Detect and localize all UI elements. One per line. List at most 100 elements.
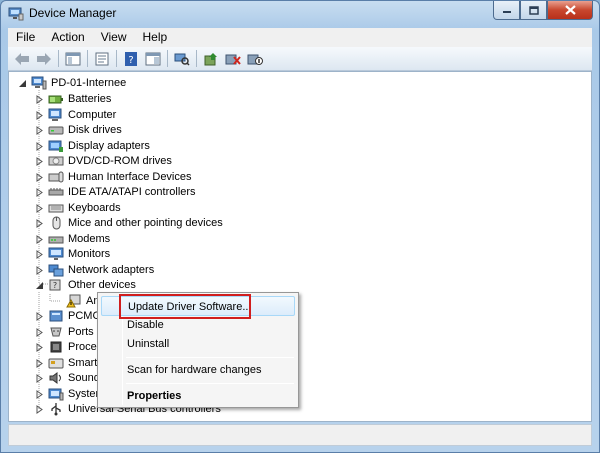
hid-icon	[48, 170, 64, 184]
expand-arrow-icon[interactable]	[35, 187, 44, 197]
status-bar	[8, 424, 592, 446]
tree-item-modems[interactable]: Modems	[35, 231, 110, 247]
tree-item-ide-ata-atapi-controllers[interactable]: IDE ATA/ATAPI controllers	[35, 184, 196, 200]
tree-item-sound[interactable]: Sound,	[35, 370, 103, 386]
highlight-annotation-box	[119, 294, 251, 319]
menu-view[interactable]: View	[93, 28, 135, 47]
back-arrow-icon	[14, 52, 29, 65]
expand-arrow-icon[interactable]	[35, 125, 44, 135]
expand-arrow-icon[interactable]	[35, 358, 44, 368]
system-icon	[48, 387, 64, 401]
collapse-arrow-icon[interactable]	[18, 79, 27, 88]
tree-item-label: Disk drives	[68, 124, 122, 136]
toolbar-separator	[116, 50, 117, 67]
expand-arrow-icon[interactable]	[35, 94, 44, 104]
tree-item-label: IDE ATA/ATAPI controllers	[68, 186, 196, 198]
menu-uninstall[interactable]: Uninstall	[101, 334, 295, 354]
modem-icon	[48, 232, 64, 246]
show-hide-console-tree-button[interactable]	[63, 49, 82, 68]
title-bar[interactable]: Device Manager	[1, 1, 599, 27]
display-adapter-icon	[48, 139, 64, 153]
tree-item-display-adapters[interactable]: Display adapters	[35, 138, 150, 154]
tree-item-monitors[interactable]: Monitors	[35, 246, 110, 262]
sound-icon	[48, 371, 64, 385]
monitor-icon	[48, 247, 64, 261]
minimize-button[interactable]	[493, 1, 520, 20]
update-driver-button[interactable]	[201, 49, 220, 68]
expand-arrow-icon[interactable]	[35, 218, 44, 228]
expand-arrow-icon[interactable]	[35, 249, 44, 259]
expand-arrow-icon[interactable]	[35, 389, 44, 399]
tree-item-human-interface-devices[interactable]: Human Interface Devices	[35, 169, 192, 185]
expand-arrow-icon[interactable]	[35, 110, 44, 120]
tree-item-label: DVD/CD-ROM drives	[68, 155, 172, 167]
device-tree[interactable]: PD-01-Internee Batteries Computer Disk d…	[8, 71, 592, 422]
window-controls	[493, 1, 593, 21]
close-button[interactable]	[547, 1, 593, 20]
menu-scan-for-hardware-changes[interactable]: Scan for hardware changes	[101, 360, 295, 380]
disable-device-button[interactable]	[245, 49, 264, 68]
expand-arrow-icon[interactable]	[35, 234, 44, 244]
tree-root-node[interactable]: PD-01-Internee	[18, 75, 126, 91]
tree-item-network-adapters[interactable]: Network adapters	[35, 262, 154, 278]
expand-arrow-icon[interactable]	[35, 373, 44, 383]
toolbar-separator	[58, 50, 59, 67]
tree-item-disk-drives[interactable]: Disk drives	[35, 122, 122, 138]
svg-text:?: ?	[53, 281, 57, 290]
tree-item-mice[interactable]: Mice and other pointing devices	[35, 215, 223, 231]
port-icon	[48, 325, 64, 339]
update-driver-icon	[204, 52, 217, 65]
forward-arrow-icon	[36, 52, 51, 65]
menu-help[interactable]: Help	[135, 28, 176, 47]
usb-icon	[48, 402, 64, 416]
keyboard-icon	[48, 201, 64, 215]
menu-properties[interactable]: Properties	[101, 386, 295, 406]
expand-arrow-icon[interactable]	[35, 327, 44, 337]
tree-item-smart-card-readers[interactable]: Smart c	[35, 355, 106, 371]
expand-arrow-icon[interactable]	[35, 404, 44, 414]
toolbar-separator	[87, 50, 88, 67]
tree-item-system-devices[interactable]: System	[35, 386, 105, 402]
tree-item-dvd-cd-rom-drives[interactable]: DVD/CD-ROM drives	[35, 153, 172, 169]
computer-icon	[48, 108, 64, 122]
action-pane-icon	[145, 52, 160, 65]
uninstall-device-button[interactable]	[223, 49, 242, 68]
maximize-button[interactable]	[520, 1, 547, 20]
expand-arrow-icon[interactable]	[35, 311, 44, 321]
help-toolbar-button[interactable]: ?	[121, 49, 140, 68]
menu-action[interactable]: Action	[43, 28, 92, 47]
scan-hardware-button[interactable]	[172, 49, 191, 68]
expand-arrow-icon[interactable]	[35, 156, 44, 166]
toolbar-separator	[196, 50, 197, 67]
expand-arrow-icon[interactable]	[35, 141, 44, 151]
context-menu-separator	[126, 357, 294, 358]
expand-arrow-icon[interactable]	[35, 172, 44, 182]
back-button[interactable]	[12, 49, 31, 68]
tree-item-batteries[interactable]: Batteries	[35, 91, 111, 107]
mouse-icon	[48, 216, 64, 230]
expand-arrow-icon[interactable]	[35, 265, 44, 275]
expand-arrow-icon[interactable]	[35, 342, 44, 352]
properties-toolbar-button[interactable]	[92, 49, 111, 68]
expand-arrow-icon[interactable]	[35, 203, 44, 213]
tree-item-keyboards[interactable]: Keyboards	[35, 200, 121, 216]
tree-item-computer[interactable]: Computer	[35, 107, 116, 123]
forward-button[interactable]	[34, 49, 53, 68]
show-action-pane-button[interactable]	[143, 49, 162, 68]
svg-text:?: ?	[128, 55, 133, 66]
tree-item-other-devices[interactable]: ? Other devices	[35, 277, 136, 293]
context-menu-separator	[126, 383, 294, 384]
close-icon	[564, 5, 576, 15]
uninstall-icon	[225, 54, 241, 65]
menu-file[interactable]: File	[8, 28, 43, 47]
tree-item-label: Mice and other pointing devices	[68, 217, 223, 229]
device-manager-icon	[8, 7, 24, 21]
pcmcia-icon	[48, 309, 64, 323]
toolbar-separator	[167, 50, 168, 67]
properties-icon	[95, 52, 108, 65]
help-icon: ?	[124, 51, 137, 66]
maximize-icon	[528, 5, 539, 15]
device-manager-window: Device Manager File Action View Help ? P…	[0, 0, 600, 453]
tree-root-label: PD-01-Internee	[51, 77, 127, 89]
collapse-arrow-icon[interactable]	[35, 281, 44, 290]
